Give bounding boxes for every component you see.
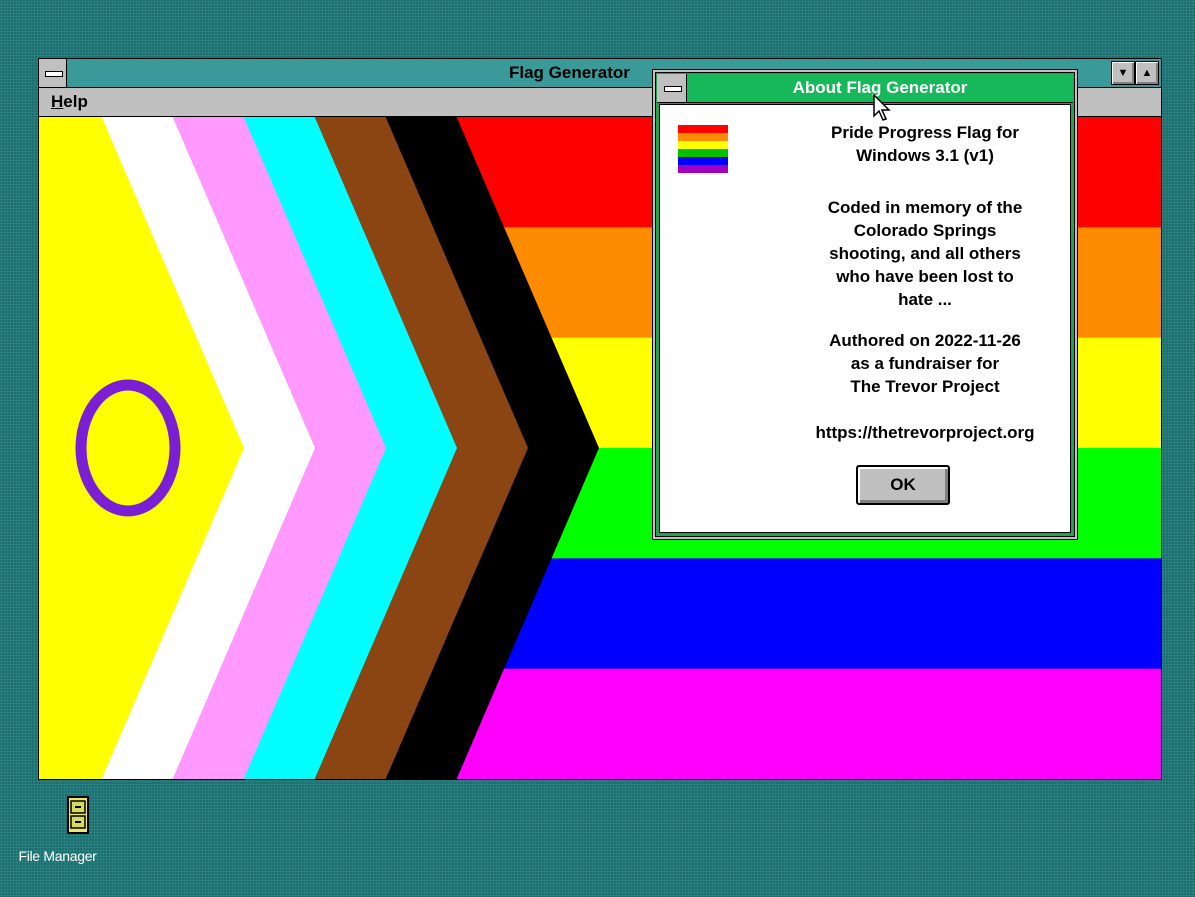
ok-button[interactable]: OK (856, 465, 950, 505)
dedication-line: Coded in memory of the (827, 198, 1023, 217)
app-name-line: Windows 3.1 (v1) (856, 146, 994, 165)
desktop-icon-file-manager[interactable]: File Manager (0, 795, 115, 864)
dialog-body: Pride Progress Flag for Windows 3.1 (v1)… (659, 104, 1071, 533)
project-url: https://thetrevorproject.org (815, 423, 1035, 442)
dedication-line: hate ... (898, 290, 952, 309)
menu-help[interactable]: Help (51, 92, 88, 112)
flag-icon-stripe (678, 157, 728, 165)
dialog-system-menu-button[interactable] (657, 74, 687, 102)
flag-icon-stripe (678, 149, 728, 157)
dedication-line: who have been lost to (836, 267, 1014, 286)
desktop-icon-label: File Manager (18, 848, 97, 864)
rainbow-flag-icon (678, 125, 728, 173)
window-title: Flag Generator (509, 63, 630, 82)
authored-line: The Trevor Project (850, 377, 1000, 396)
dialog-system-menu-icon (664, 86, 682, 92)
dialog-title-bar[interactable]: About Flag Generator (657, 74, 1073, 103)
flag-icon-stripe (678, 141, 728, 149)
file-cabinet-icon (66, 796, 89, 834)
flag-icon-stripe (678, 133, 728, 141)
system-menu-icon (45, 71, 63, 77)
dedication-text: Coded in memory of the Colorado Springs … (760, 196, 1090, 311)
menu-help-rest: elp (63, 92, 88, 111)
mouse-pointer-icon (873, 94, 891, 121)
minimize-button[interactable]: ▼ (1111, 61, 1135, 85)
authored-text: Authored on 2022-11-26 as a fundraiser f… (760, 329, 1090, 398)
app-name-line: Pride Progress Flag for (831, 123, 1019, 142)
app-name: Pride Progress Flag for Windows 3.1 (v1) (760, 121, 1090, 167)
maximize-button[interactable]: ▲ (1135, 61, 1159, 85)
system-menu-button[interactable] (39, 59, 67, 87)
flag-icon-stripe (678, 165, 728, 173)
authored-line: Authored on 2022-11-26 (829, 331, 1021, 350)
dedication-line: shooting, and all others (829, 244, 1021, 263)
dedication-line: Colorado Springs (853, 221, 997, 240)
authored-line: as a fundraiser for (850, 354, 1000, 373)
flag-icon-stripe (678, 125, 728, 133)
about-dialog: About Flag Generator Pride Progress Flag… (652, 69, 1078, 540)
menu-help-mnemonic: H (51, 92, 64, 111)
